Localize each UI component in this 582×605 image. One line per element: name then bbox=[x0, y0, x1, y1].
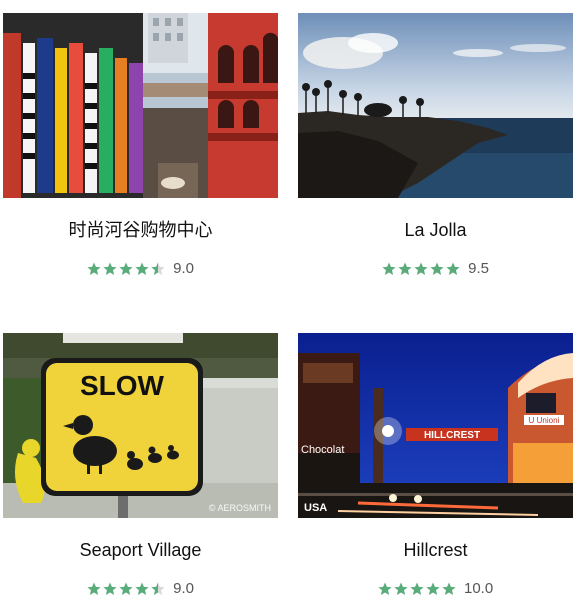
rating: 10.0 bbox=[298, 580, 573, 598]
star-icon bbox=[426, 582, 440, 596]
rating-score: 9.5 bbox=[468, 260, 490, 278]
star-icon bbox=[442, 582, 456, 596]
shopping-mall-photo[interactable] bbox=[3, 13, 278, 198]
rating: 9.0 bbox=[3, 260, 278, 278]
half-star-icon bbox=[151, 582, 165, 596]
slow-sign-text: SLOW bbox=[80, 370, 165, 401]
rating-score: 9.0 bbox=[173, 580, 195, 598]
rating: 9.0 bbox=[3, 580, 278, 598]
star-icon bbox=[103, 582, 117, 596]
star-icon bbox=[382, 262, 396, 276]
photo-watermark: © AEROSMITH bbox=[209, 503, 271, 513]
star-icon bbox=[430, 262, 444, 276]
star-icon bbox=[103, 262, 117, 276]
photo-watermark: USA bbox=[304, 502, 327, 514]
star-icon bbox=[398, 262, 412, 276]
star-rating bbox=[87, 580, 167, 598]
hillcrest-night-photo[interactable]: Chocolat HILLCREST U Unioni USA bbox=[298, 333, 573, 518]
half-star-icon bbox=[151, 262, 165, 276]
star-icon bbox=[135, 262, 149, 276]
store-sign-text: U Unioni bbox=[529, 416, 560, 425]
star-rating bbox=[87, 260, 167, 278]
rating-score: 10.0 bbox=[463, 580, 494, 598]
star-icon bbox=[446, 262, 460, 276]
star-rating bbox=[378, 580, 458, 598]
attraction-title[interactable]: 时尚河谷购物中心 bbox=[3, 218, 278, 242]
star-icon bbox=[414, 262, 428, 276]
hillcrest-sign-text: HILLCREST bbox=[424, 430, 480, 441]
star-icon bbox=[119, 582, 133, 596]
cafe-sign-text: Chocolat bbox=[301, 444, 344, 456]
rating-score: 9.0 bbox=[173, 260, 195, 278]
star-rating bbox=[382, 260, 462, 278]
star-icon bbox=[87, 262, 101, 276]
star-icon bbox=[410, 582, 424, 596]
star-icon bbox=[135, 582, 149, 596]
star-icon bbox=[378, 582, 392, 596]
star-icon bbox=[87, 582, 101, 596]
slow-duck-sign-photo[interactable]: SLOW © AEROSMITH bbox=[3, 333, 278, 518]
attraction-title[interactable]: Hillcrest bbox=[298, 538, 573, 562]
rating: 9.5 bbox=[298, 260, 573, 278]
attraction-title[interactable]: Seaport Village bbox=[3, 538, 278, 562]
star-icon bbox=[119, 262, 133, 276]
coastline-photo[interactable] bbox=[298, 13, 573, 198]
star-icon bbox=[394, 582, 408, 596]
attraction-title[interactable]: La Jolla bbox=[298, 218, 573, 242]
